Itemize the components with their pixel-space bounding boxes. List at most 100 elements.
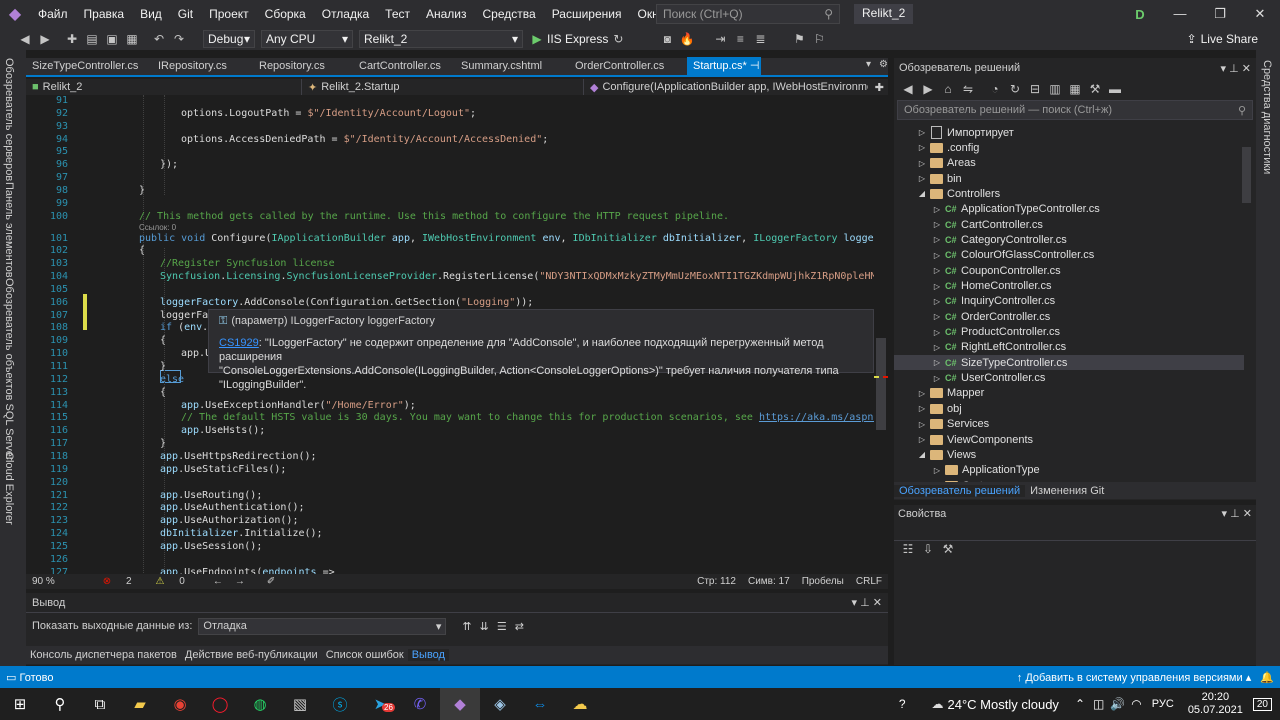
network-icon[interactable]: ◫	[1093, 697, 1104, 711]
filter-icon[interactable]: ▬	[1106, 80, 1124, 98]
collapse-all-icon[interactable]: ⊟	[1026, 80, 1044, 98]
wifi-icon[interactable]: ◠	[1131, 697, 1141, 711]
volume-icon[interactable]: 🔊	[1110, 697, 1125, 711]
browse-icon[interactable]: ◙	[658, 30, 676, 48]
menu-item[interactable]: Сборка	[257, 0, 314, 28]
collapsed-arrow-icon[interactable]: ▷	[931, 251, 943, 260]
solution-tree-item[interactable]: ▷ C# RightLeftController.cs	[894, 340, 1244, 355]
find-next-icon[interactable]: ⇊	[480, 620, 489, 633]
line-ending[interactable]: CRLF	[850, 576, 888, 587]
collapsed-arrow-icon[interactable]: ▷	[931, 297, 943, 306]
skype-icon[interactable]: ⓢ	[320, 688, 360, 720]
menu-item[interactable]: Анализ	[418, 0, 475, 28]
menu-item[interactable]: Файл	[30, 0, 76, 28]
find-message-icon[interactable]: ⇈	[462, 620, 471, 633]
menu-item[interactable]: Вид	[132, 0, 170, 28]
expanded-arrow-icon[interactable]: ◢	[916, 189, 928, 198]
open-folder-icon[interactable]: ▤	[83, 30, 101, 48]
categorized-icon[interactable]: ☷	[899, 540, 917, 558]
solution-tree-item[interactable]: ▷ Импортирует	[894, 125, 1244, 140]
cloud-explorer-tab[interactable]: Cloud Explorer	[3, 452, 15, 525]
document-tab[interactable]: OrderController.cs	[569, 57, 687, 76]
collapsed-arrow-icon[interactable]: ▷	[916, 435, 928, 444]
refresh-icon[interactable]: ↻	[609, 30, 627, 48]
home-icon[interactable]: ⌂	[939, 80, 957, 98]
toolbox-tab[interactable]: Панель элементов	[3, 182, 15, 278]
switch-views-icon[interactable]: ⇋	[959, 80, 977, 98]
close-icon[interactable]: ✕	[873, 597, 882, 609]
minimize-icon[interactable]: —	[1160, 0, 1200, 28]
run-icon[interactable]: ▶	[528, 30, 546, 48]
code-lens-references[interactable]: Ссылок: 0	[139, 223, 176, 232]
collapsed-arrow-icon[interactable]: ▷	[916, 174, 928, 183]
platform-select[interactable]: Any CPU ▾	[261, 30, 353, 48]
file-explorer-icon[interactable]: ▰	[120, 688, 160, 720]
settings-icon[interactable]: ⚙	[879, 59, 888, 70]
document-tab[interactable]: Repository.cs	[253, 57, 353, 76]
solution-tree-item[interactable]: ▷ C# CategoryController.cs	[894, 232, 1244, 247]
collapsed-arrow-icon[interactable]: ▷	[931, 282, 943, 291]
bottom-tab[interactable]: Вывод	[407, 649, 449, 661]
cloud-app-icon[interactable]: ☁	[560, 688, 600, 720]
collapsed-arrow-icon[interactable]: ▷	[931, 220, 943, 229]
weather-text[interactable]: 24°C Mostly cloudy	[948, 697, 1059, 712]
sync-icon[interactable]: ↻	[1006, 80, 1024, 98]
collapsed-arrow-icon[interactable]: ▷	[931, 358, 943, 367]
collapsed-arrow-icon[interactable]: ▷	[916, 128, 928, 137]
close-icon[interactable]: ✕	[1242, 63, 1251, 75]
document-tab[interactable]: SizeTypeController.cs	[26, 57, 152, 76]
code-cleanup-icon[interactable]: ✐	[261, 576, 281, 587]
solution-tree-item[interactable]: ▷ C# InquiryController.cs	[894, 294, 1244, 309]
teamviewer-icon[interactable]: ⇔	[520, 688, 560, 720]
tray-chevron-icon[interactable]: ⌃	[1075, 697, 1085, 711]
whatsapp-icon[interactable]: ◍	[240, 688, 280, 720]
help-icon[interactable]: ?	[899, 697, 906, 711]
bookmark-icon[interactable]: ⚑	[790, 30, 808, 48]
solution-tree-item[interactable]: ▷ C# CouponController.cs	[894, 263, 1244, 278]
solution-panel-tab[interactable]: Обозреватель решений	[894, 484, 1026, 497]
alphabetical-icon[interactable]: ⇩	[919, 540, 937, 558]
solution-search-input[interactable]: Обозреватель решений — поиск (Ctrl+ж) ⚲	[897, 100, 1253, 120]
preview-icon[interactable]: ▦	[1066, 80, 1084, 98]
menu-item[interactable]: Тест	[377, 0, 418, 28]
restore-icon[interactable]: ❐	[1200, 0, 1240, 28]
solution-tree-item[interactable]: ◢ Views	[894, 447, 1244, 462]
solution-tree-item[interactable]: ▷ .config	[894, 140, 1244, 155]
undo-icon[interactable]: ↶	[150, 30, 168, 48]
solution-tree-item[interactable]: ▷ C# OrderController.cs	[894, 309, 1244, 324]
server-explorer-tab[interactable]: Обозреватель серверов	[3, 58, 15, 181]
bottom-tab[interactable]: Список ошибок	[322, 649, 408, 661]
collapsed-arrow-icon[interactable]: ▷	[931, 466, 943, 475]
document-tab[interactable]: Startup.cs* ⊣ ✕	[687, 57, 761, 76]
collapsed-arrow-icon[interactable]: ▷	[916, 159, 928, 168]
member-nav-select[interactable]: ◆ Configure(IApplicationBuilder app, IWeb…	[584, 79, 868, 95]
bottom-tab[interactable]: Действие веб-публикации	[181, 649, 322, 661]
document-tab[interactable]: IRepository.cs	[152, 57, 253, 76]
collapsed-arrow-icon[interactable]: ▷	[931, 374, 943, 383]
project-nav-select[interactable]: ■ Relikt_2	[26, 79, 302, 95]
menu-item[interactable]: Проект	[201, 0, 257, 28]
solution-tree-item[interactable]: ▷ C# ProductController.cs	[894, 325, 1244, 340]
pending-changes-icon[interactable]: ◔	[986, 80, 1004, 98]
solution-tree-item[interactable]: ▷ ApplicationType	[894, 463, 1244, 478]
editor-scrollbar[interactable]	[874, 95, 888, 574]
pin-icon[interactable]: ⊥	[860, 597, 870, 609]
redo-icon[interactable]: ↷	[170, 30, 188, 48]
visual-studio-icon[interactable]: ◆	[440, 688, 480, 720]
comment-icon[interactable]: ≡	[731, 30, 749, 48]
menu-item[interactable]: Средства	[475, 0, 544, 28]
solution-scrollbar-thumb[interactable]	[1242, 147, 1251, 203]
dropdown-icon[interactable]: ▾	[1222, 508, 1228, 520]
startup-project-select[interactable]: Relikt_2 ▾	[359, 30, 523, 48]
solution-tree-item[interactable]: ▷ C# ColourOfGlassController.cs	[894, 248, 1244, 263]
forward-icon[interactable]: ▶	[919, 80, 937, 98]
dropdown-icon[interactable]: ▾	[852, 597, 858, 609]
menu-item[interactable]: Отладка	[314, 0, 377, 28]
clear-all-icon[interactable]: ☰	[497, 620, 507, 633]
solution-tree-item[interactable]: ▷ Services	[894, 417, 1244, 432]
property-pages-icon[interactable]: ⚒	[939, 540, 957, 558]
dropdown-icon[interactable]: ▾	[1221, 63, 1227, 75]
pin-icon[interactable]: ⊥	[1230, 508, 1240, 520]
collapsed-arrow-icon[interactable]: ▷	[931, 235, 943, 244]
solution-tree-item[interactable]: ▷ Mapper	[894, 386, 1244, 401]
